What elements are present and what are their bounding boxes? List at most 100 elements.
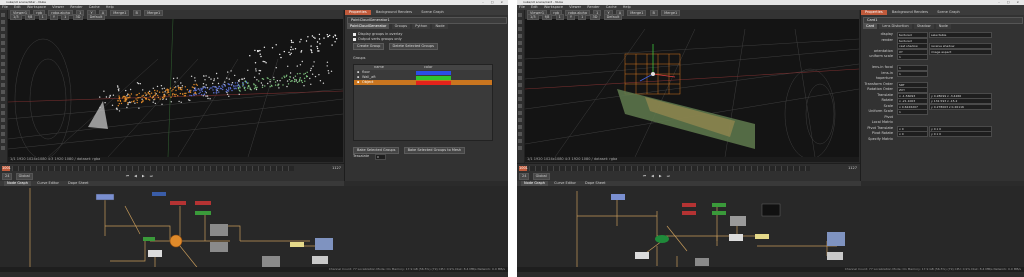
3d-viewport-card[interactable] — [525, 19, 859, 157]
timeline-end-frame[interactable]: 1127 — [332, 166, 341, 171]
tool-icon[interactable] — [1, 97, 5, 101]
node-graph-canvas[interactable] — [517, 186, 1024, 272]
tool-icon[interactable] — [518, 146, 522, 150]
menu-render[interactable]: Render — [70, 5, 82, 9]
tab-properties[interactable]: Properties — [861, 10, 887, 15]
node-viewer-thumb[interactable] — [827, 232, 845, 246]
node-box[interactable] — [712, 203, 726, 207]
tool-icon[interactable] — [1, 90, 5, 94]
transport-buttons[interactable]: ⏮ ◀ ▶ ⏭ — [126, 174, 155, 178]
node-box[interactable] — [712, 211, 726, 215]
node-box[interactable] — [755, 234, 769, 239]
menu-help[interactable]: Help — [106, 5, 114, 9]
current-frame-field[interactable]: 1001 — [519, 166, 528, 171]
tool-icon[interactable] — [1, 111, 5, 115]
tool-icon[interactable] — [1, 69, 5, 73]
fps-field[interactable]: 24 — [519, 173, 530, 180]
node-thumbnail[interactable] — [210, 224, 228, 236]
tool-icon[interactable] — [518, 139, 522, 143]
tool-icon[interactable] — [518, 125, 522, 129]
tool-icon[interactable] — [518, 104, 522, 108]
node-box[interactable] — [827, 252, 843, 260]
tool-icon[interactable] — [1, 83, 5, 87]
tab-node[interactable]: Node — [935, 24, 951, 29]
create-group-button[interactable]: Create Group — [353, 43, 385, 50]
tool-icon[interactable] — [1, 146, 5, 150]
tool-icon[interactable] — [518, 97, 522, 101]
tool-icon[interactable] — [518, 13, 522, 17]
tab-node[interactable]: Node — [432, 24, 448, 29]
node-box[interactable] — [290, 242, 304, 247]
menu-render[interactable]: Render — [587, 5, 599, 9]
tool-icon[interactable] — [518, 55, 522, 59]
node-box[interactable] — [312, 256, 328, 264]
tool-icon[interactable] — [1, 132, 5, 136]
node-thumbnail[interactable] — [695, 258, 709, 266]
tab-card[interactable]: Card — [863, 24, 878, 29]
tool-icon[interactable] — [1, 20, 5, 24]
tool-icon[interactable] — [518, 34, 522, 38]
tab-properties[interactable]: Properties — [345, 10, 371, 15]
transport-buttons[interactable]: ⏮ ◀ ▶ ⏭ — [643, 174, 672, 178]
node-graph-canvas[interactable] — [0, 186, 508, 272]
timeline-end-frame[interactable]: 1127 — [848, 166, 857, 171]
fps-field[interactable]: 24 — [2, 173, 13, 180]
menu-cache[interactable]: Cache — [89, 5, 100, 9]
menu-cache[interactable]: Cache — [606, 5, 617, 9]
timeline-scrubber[interactable] — [529, 166, 810, 171]
node-thumbnail[interactable] — [730, 216, 746, 226]
node-box[interactable] — [143, 237, 155, 241]
node-box[interactable] — [152, 192, 166, 196]
menu-workspace[interactable]: Workspace — [544, 5, 563, 9]
node-box[interactable] — [195, 211, 211, 215]
tab-background-renders[interactable]: Background Renders — [888, 10, 932, 15]
tool-icon[interactable] — [518, 83, 522, 87]
node-viewer-thumb[interactable] — [315, 238, 333, 250]
node-card[interactable] — [655, 235, 669, 243]
node-box[interactable] — [682, 203, 696, 207]
menu-edit[interactable]: Edit — [531, 5, 538, 9]
tool-icon[interactable] — [1, 27, 5, 31]
node-pointcloud[interactable] — [169, 234, 183, 248]
node-box[interactable] — [148, 250, 162, 257]
gizmo-x-axis[interactable] — [652, 73, 676, 78]
menu-help[interactable]: Help — [623, 5, 631, 9]
node-name-field[interactable]: Card1 — [863, 17, 1023, 24]
menu-file[interactable]: File — [519, 5, 525, 9]
group-color-swatch[interactable] — [416, 80, 451, 85]
tool-icon[interactable] — [518, 41, 522, 45]
tool-icon[interactable] — [518, 62, 522, 66]
tab-groups[interactable]: Groups — [391, 24, 411, 29]
tool-icon[interactable] — [518, 118, 522, 122]
current-frame-field[interactable]: 1001 — [2, 166, 11, 171]
menu-workspace[interactable]: Workspace — [27, 5, 46, 9]
tool-icon[interactable] — [518, 20, 522, 24]
tool-icon[interactable] — [1, 48, 5, 52]
tool-icon[interactable] — [518, 48, 522, 52]
tool-icon[interactable] — [518, 69, 522, 73]
group-color-swatch[interactable] — [416, 75, 451, 80]
tab-lens-distortion[interactable]: Lens Distortion — [879, 24, 912, 29]
range-mode-select[interactable]: Global — [15, 173, 33, 180]
menu-viewer[interactable]: Viewer — [569, 5, 581, 9]
node-read[interactable] — [611, 194, 625, 200]
output-verts-checkbox[interactable]: Output verts groups only — [353, 37, 402, 41]
tool-icon[interactable] — [518, 76, 522, 80]
tool-icon[interactable] — [1, 76, 5, 80]
tab-scene-graph[interactable]: Scene Graph — [933, 10, 964, 15]
3d-viewport-pointcloud[interactable] — [8, 19, 343, 157]
node-name-field[interactable]: PointCloudGenerator1 — [347, 17, 507, 24]
tool-icon[interactable] — [1, 13, 5, 17]
node-box[interactable] — [729, 234, 743, 241]
node-graph[interactable]: Channel Count: 77 Localization Mode: On … — [0, 186, 508, 272]
delete-groups-button[interactable]: Delete Selected Groups — [388, 43, 438, 50]
node-graph[interactable]: Channel Count: 77 Localization Mode: On … — [517, 186, 1024, 272]
tab-pointcloudgenerator[interactable]: PointCloudGenerator — [347, 24, 390, 29]
tool-icon[interactable] — [1, 118, 5, 122]
node-thumbnail[interactable] — [210, 242, 228, 252]
range-mode-select[interactable]: Global — [532, 173, 550, 180]
node-box[interactable] — [195, 201, 211, 205]
bake-mesh-button[interactable]: Bake Selected Groups to Mesh — [403, 147, 466, 154]
tool-icon[interactable] — [1, 139, 5, 143]
tool-icon[interactable] — [1, 125, 5, 129]
